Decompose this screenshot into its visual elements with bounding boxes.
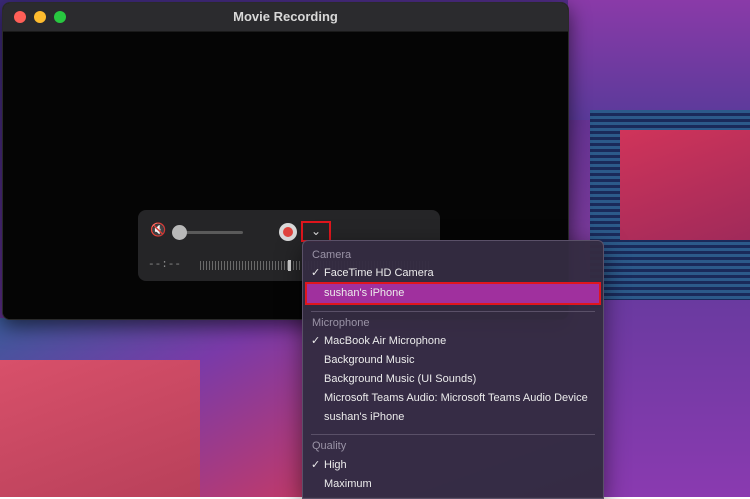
menu-item-microphone[interactable]: Microsoft Teams Audio: Microsoft Teams A… (303, 389, 603, 408)
menu-separator (311, 311, 595, 312)
checkmark-icon: ✓ (311, 459, 321, 471)
audio-level-marker (288, 260, 291, 271)
wallpaper-panel (602, 300, 750, 497)
options-dropdown-button[interactable]: ⌄ (301, 221, 331, 242)
menu-item-label: Microsoft Teams Audio: Microsoft Teams A… (324, 392, 588, 404)
options-menu: Camera ✓ FaceTime HD Camera sushan's iPh… (302, 240, 604, 499)
menu-item-label: MacBook Air Microphone (324, 335, 447, 347)
menu-header-microphone: Microphone (312, 317, 370, 329)
record-button[interactable] (279, 223, 297, 241)
menu-item-label: sushan's iPhone (324, 411, 405, 423)
menu-item-microphone[interactable]: Background Music (303, 351, 603, 370)
menu-item-microphone[interactable]: ✓ MacBook Air Microphone (303, 332, 603, 351)
menu-item-camera[interactable]: ✓ FaceTime HD Camera (303, 264, 603, 283)
volume-slider-knob[interactable] (172, 225, 187, 240)
menu-item-label: Background Music (UI Sounds) (324, 373, 477, 385)
menu-header-camera: Camera (312, 249, 352, 261)
menu-item-microphone[interactable]: sushan's iPhone (303, 408, 603, 427)
menu-item-quality[interactable]: Maximum (303, 475, 603, 494)
checkmark-icon: ✓ (311, 335, 321, 347)
menu-item-label: FaceTime HD Camera (324, 267, 434, 279)
menu-item-label: Maximum (324, 478, 372, 490)
menu-item-camera[interactable]: sushan's iPhone (305, 282, 601, 305)
menu-item-label: Background Music (324, 354, 415, 366)
menu-item-microphone[interactable]: Background Music (UI Sounds) (303, 370, 603, 389)
window-title: Movie Recording (233, 9, 338, 24)
wallpaper-panel (620, 130, 750, 240)
mute-icon[interactable]: 🔇 (150, 222, 166, 238)
menu-separator (311, 434, 595, 435)
title-bar[interactable]: Movie Recording (3, 3, 568, 32)
menu-item-label: sushan's iPhone (324, 287, 405, 299)
checkmark-icon: ✓ (311, 267, 321, 279)
wallpaper-panel (568, 0, 750, 120)
volume-slider-track[interactable] (178, 231, 243, 234)
menu-header-quality: Quality (312, 440, 347, 452)
menu-item-quality[interactable]: ✓ High (303, 456, 603, 475)
timecode: --:-- (148, 259, 182, 271)
menu-item-label: High (324, 459, 347, 471)
wallpaper-panel (0, 360, 200, 497)
